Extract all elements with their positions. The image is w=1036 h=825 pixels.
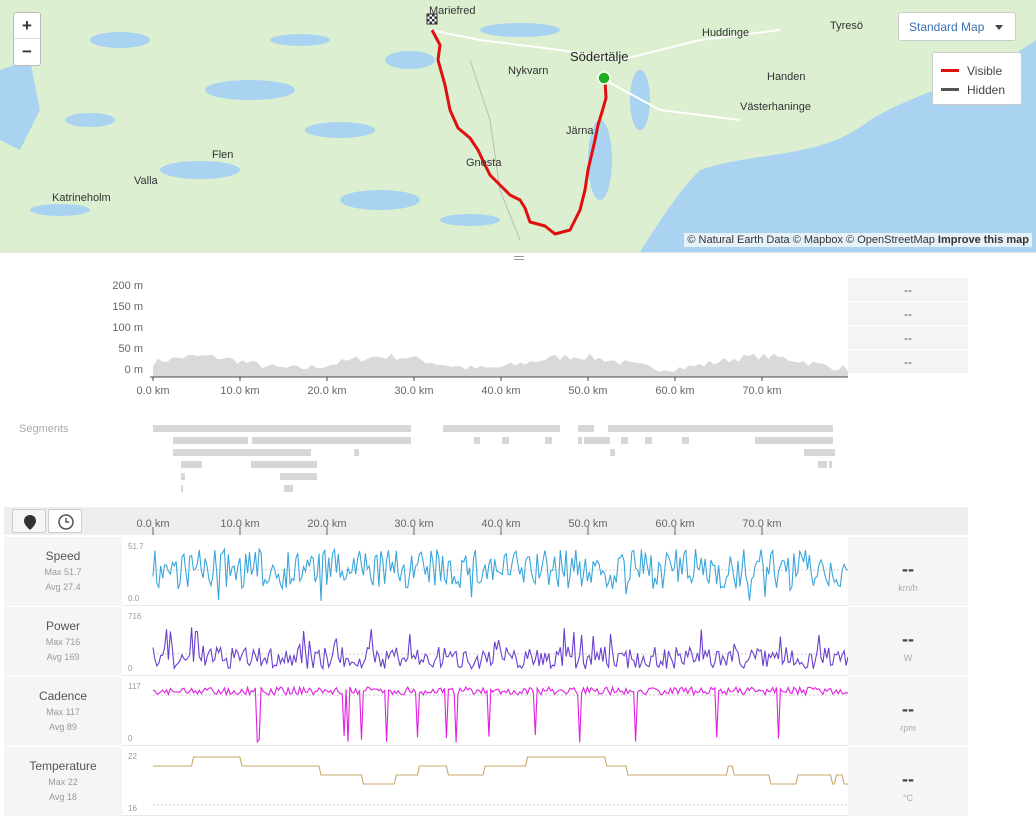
- elevation-x-tick: 60.0 km: [655, 385, 694, 397]
- place-label: Huddinge: [702, 27, 750, 39]
- stat-cell: --: [848, 302, 968, 326]
- elevation-x-tick: 40.0 km: [481, 385, 520, 397]
- stream-current-value: -- W: [848, 607, 968, 676]
- stream-row-speed[interactable]: Speed Max 51.7 Avg 27.4 51.7 0.0 -- km/h: [4, 537, 968, 606]
- map-attribution: © Natural Earth Data © Mapbox © OpenStre…: [684, 233, 1032, 247]
- stream-plot[interactable]: [4, 537, 968, 606]
- toolbar-x-tick: 30.0 km: [394, 518, 433, 530]
- stream-y-min: 0: [128, 664, 133, 673]
- place-label: Katrineholm: [52, 192, 111, 204]
- stream-current-value: -- °C: [848, 747, 968, 816]
- stream-row-cadence[interactable]: Cadence Max 117 Avg 89 117 0 -- rpm: [4, 677, 968, 746]
- toolbar-x-tick: 50.0 km: [568, 518, 607, 530]
- stream-value: --: [902, 559, 914, 579]
- toolbar-x-tick: 10.0 km: [220, 518, 259, 530]
- legend-hidden-label: Hidden: [967, 82, 1006, 97]
- stat-cell: --: [848, 350, 968, 374]
- toolbar-x-tick: 0.0 km: [136, 518, 169, 530]
- stream-value: --: [902, 769, 914, 789]
- grip-icon: [514, 256, 524, 260]
- place-label: Gnesta: [466, 157, 502, 169]
- stream-value: --: [902, 699, 914, 719]
- toolbar-x-tick: 20.0 km: [307, 518, 346, 530]
- stream-y-max: 716: [128, 612, 142, 621]
- stream-line: [153, 756, 848, 785]
- zoom-out-button[interactable]: −: [14, 39, 40, 65]
- improve-map-link[interactable]: Improve this map: [938, 234, 1029, 246]
- map-resize-handle[interactable]: [0, 252, 1036, 262]
- toolbar-x-tick: 40.0 km: [481, 518, 520, 530]
- segments-chart[interactable]: [0, 420, 860, 500]
- elevation-x-tick: 0.0 km: [136, 385, 169, 397]
- stream-line: [152, 627, 849, 671]
- zoom-control: + −: [13, 12, 41, 66]
- gray-line-icon: [941, 88, 959, 91]
- stat-cell: --: [848, 326, 968, 350]
- elevation-x-tick: 30.0 km: [394, 385, 433, 397]
- zoom-in-button[interactable]: +: [14, 13, 40, 39]
- red-line-icon: [941, 69, 959, 72]
- stream-current-value: -- km/h: [848, 537, 968, 606]
- stream-unit: km/h: [898, 583, 918, 593]
- stream-line: [152, 547, 849, 601]
- stream-row-temperature[interactable]: Temperature Max 22 Avg 18 22 16 -- °C: [4, 747, 968, 816]
- place-label: Södertälje: [570, 49, 629, 64]
- place-label: Västerhaninge: [740, 101, 811, 113]
- stream-value: --: [902, 629, 914, 649]
- place-label: Tyresö: [830, 20, 864, 32]
- toolbar-distance-axis: 0.0 km 10.0 km 20.0 km 30.0 km 40.0 km 50.0 k…: [136, 518, 782, 535]
- stream-y-max: 22: [128, 752, 137, 761]
- elevation-x-tick: 10.0 km: [220, 385, 259, 397]
- stream-plot[interactable]: [4, 747, 968, 816]
- attribution-text[interactable]: © Natural Earth Data © Mapbox © OpenStre…: [687, 234, 934, 246]
- stream-line: [152, 685, 849, 744]
- legend-hidden[interactable]: Hidden: [941, 80, 1013, 99]
- caret-down-icon: [995, 25, 1003, 30]
- elevation-chart[interactable]: 200 m 150 m 100 m 50 m 0 m 0.0 km 10.0 km 20.0 …: [0, 270, 860, 400]
- stream-y-min: 16: [128, 804, 137, 813]
- elevation-y-tick: 50 m: [119, 343, 143, 355]
- legend-visible-label: Visible: [967, 63, 1003, 78]
- stream-y-max: 117: [128, 682, 141, 691]
- stream-y-min: 0: [128, 734, 133, 743]
- map-type-dropdown[interactable]: Standard Map: [898, 12, 1016, 41]
- map-canvas[interactable]: [0, 0, 1036, 252]
- stream-unit: °C: [902, 793, 914, 803]
- stream-plot[interactable]: [4, 607, 968, 676]
- elevation-x-tick: 50.0 km: [568, 385, 607, 397]
- place-label: Mariefred: [429, 5, 476, 17]
- elevation-y-tick: 150 m: [112, 301, 143, 313]
- elevation-x-tick: 70.0 km: [742, 385, 781, 397]
- place-label: Nykvarn: [508, 65, 549, 77]
- elevation-y-tick: 100 m: [112, 322, 143, 334]
- place-label: Handen: [767, 71, 806, 83]
- stream-plot[interactable]: [4, 677, 968, 746]
- place-label: Valla: [134, 175, 158, 187]
- route-map[interactable]: + − Mariefred Södertälje Huddinge Tyresö…: [0, 0, 1036, 252]
- elevation-area: [153, 353, 848, 377]
- stream-unit: rpm: [900, 723, 916, 733]
- start-marker-icon: [597, 71, 611, 85]
- stream-current-value: -- rpm: [848, 677, 968, 746]
- elevation-y-tick: 0 m: [125, 364, 143, 376]
- elevation-x-tick: 20.0 km: [307, 385, 346, 397]
- toolbar-x-tick: 60.0 km: [655, 518, 694, 530]
- stream-row-power[interactable]: Power Max 716 Avg 169 716 0 -- W: [4, 607, 968, 676]
- map-type-label: Standard Map: [909, 20, 985, 34]
- stream-unit: W: [903, 653, 913, 663]
- stream-y-min: 0.0: [128, 594, 140, 603]
- toolbar-x-tick: 70.0 km: [742, 518, 781, 530]
- map-legend: Visible Hidden: [932, 52, 1022, 105]
- elevation-stats: -- -- -- --: [848, 278, 968, 374]
- stream-y-max: 51.7: [128, 542, 144, 551]
- place-label: Järna: [566, 125, 594, 137]
- place-label: Flen: [212, 149, 234, 161]
- stat-cell: --: [848, 278, 968, 302]
- elevation-y-tick: 200 m: [112, 280, 143, 292]
- legend-visible[interactable]: Visible: [941, 61, 1013, 80]
